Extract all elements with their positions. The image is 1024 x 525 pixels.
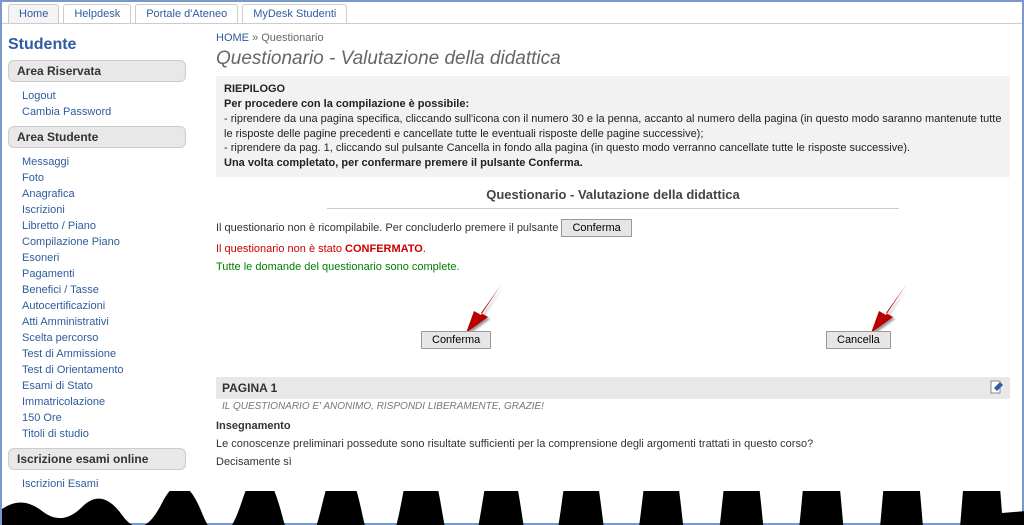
sidebar-link-150-ore[interactable]: 150 Ore	[22, 410, 192, 426]
page1-section: Insegnamento	[216, 420, 1010, 432]
tab-home[interactable]: Home	[8, 4, 59, 23]
status-complete: Tutte le domande del questionario sono c…	[216, 261, 1010, 273]
status-non-confermato: Il questionario non è stato CONFERMATO.	[216, 243, 1010, 255]
riepilogo-heading: RIEPILOGO	[224, 82, 1002, 97]
breadcrumb: HOME » Questionario	[216, 32, 1010, 44]
riepilogo-bullet-1: - riprendere da una pagina specifica, cl…	[224, 112, 1002, 142]
cancella-button[interactable]: Cancella	[826, 331, 891, 349]
breadcrumb-current: Questionario	[261, 32, 323, 44]
sidebar-link-libretto-piano[interactable]: Libretto / Piano	[22, 218, 192, 234]
sidebar-link-pagamenti[interactable]: Pagamenti	[22, 266, 192, 282]
page1-title: PAGINA 1	[222, 381, 277, 395]
edit-page-icon[interactable]	[990, 380, 1004, 397]
status-post: .	[423, 243, 426, 255]
conferma-inline-button[interactable]: Conferma	[561, 219, 631, 237]
sidebar-link-test-ammissione[interactable]: Test di Ammissione	[22, 346, 192, 362]
page1-answer: Decisamente sì	[216, 456, 1010, 468]
sidebar-link-compilazione-piano[interactable]: Compilazione Piano	[22, 234, 192, 250]
tab-mydesk-studenti[interactable]: MyDesk Studenti	[242, 4, 347, 23]
sidebar-link-iscrizioni-esami[interactable]: Iscrizioni Esami	[22, 476, 192, 492]
info-line-non-ricompilabile: Il questionario non è ricompilabile. Per…	[216, 219, 1010, 237]
status-pre: Il questionario non è stato	[216, 243, 345, 255]
page1-subtitle: IL QUESTIONARIO E' ANONIMO, RISPONDI LIB…	[216, 399, 1010, 414]
riepilogo-intro: Per procedere con la compilazione è poss…	[224, 98, 469, 110]
conferma-button[interactable]: Conferma	[421, 331, 491, 349]
page1-question: Le conoscenze preliminari possedute sono…	[216, 438, 1010, 450]
riepilogo-bullet-2: - riprendere da pag. 1, cliccando sul pu…	[224, 141, 1002, 156]
sidebar-link-atti-amministrativi[interactable]: Atti Amministrativi	[22, 314, 192, 330]
main-content: HOME » Questionario Questionario - Valut…	[192, 24, 1022, 523]
sidebar-link-titoli-di-studio[interactable]: Titoli di studio	[22, 426, 192, 442]
sidebar: Studente Area Riservata Logout Cambia Pa…	[2, 24, 192, 523]
sidebar-link-cambia-password[interactable]: Cambia Password	[22, 104, 192, 120]
sidebar-link-esoneri[interactable]: Esoneri	[22, 250, 192, 266]
breadcrumb-sep: »	[252, 32, 258, 44]
arrow-icon	[851, 283, 911, 333]
sidebar-link-anagrafica[interactable]: Anagrafica	[22, 186, 192, 202]
sidebar-link-immatricolazione[interactable]: Immatricolazione	[22, 394, 192, 410]
sidebar-link-logout[interactable]: Logout	[22, 88, 192, 104]
sidebar-title: Studente	[8, 36, 192, 54]
sidebar-link-scelta-percorso[interactable]: Scelta percorso	[22, 330, 192, 346]
sub-title: Questionario - Valutazione della didatti…	[216, 187, 1010, 202]
riepilogo-bullet-3: Una volta completato, per confermare pre…	[224, 157, 583, 169]
sidebar-link-esami-di-stato[interactable]: Esami di Stato	[22, 378, 192, 394]
breadcrumb-home[interactable]: HOME	[216, 32, 249, 44]
tab-portale-ateneo[interactable]: Portale d'Ateneo	[135, 4, 238, 23]
tab-helpdesk[interactable]: Helpdesk	[63, 4, 131, 23]
status-word: CONFERMATO	[345, 243, 423, 255]
divider	[327, 208, 899, 209]
sidebar-link-benefici-tasse[interactable]: Benefici / Tasse	[22, 282, 192, 298]
page1-header: PAGINA 1	[216, 377, 1010, 399]
action-row: Conferma Cancella	[216, 293, 1010, 363]
sidebar-link-iscrizioni[interactable]: Iscrizioni	[22, 202, 192, 218]
top-tabs: Home Helpdesk Portale d'Ateneo MyDesk St…	[2, 2, 1022, 24]
riepilogo-box: RIEPILOGO Per procedere con la compilazi…	[216, 76, 1010, 177]
arrow-icon	[446, 283, 506, 333]
info-line-text: Il questionario non è ricompilabile. Per…	[216, 222, 558, 234]
sidebar-link-test-orientamento[interactable]: Test di Orientamento	[22, 362, 192, 378]
sidebar-link-autocertificazioni[interactable]: Autocertificazioni	[22, 298, 192, 314]
sidebar-group-iscrizione-esami-online[interactable]: Iscrizione esami online	[8, 448, 186, 470]
sidebar-group-area-riservata[interactable]: Area Riservata	[8, 60, 186, 82]
sidebar-link-messaggi[interactable]: Messaggi	[22, 154, 192, 170]
page-title: Questionario - Valutazione della didatti…	[216, 48, 1010, 70]
sidebar-link-foto[interactable]: Foto	[22, 170, 192, 186]
sidebar-group-area-studente[interactable]: Area Studente	[8, 126, 186, 148]
